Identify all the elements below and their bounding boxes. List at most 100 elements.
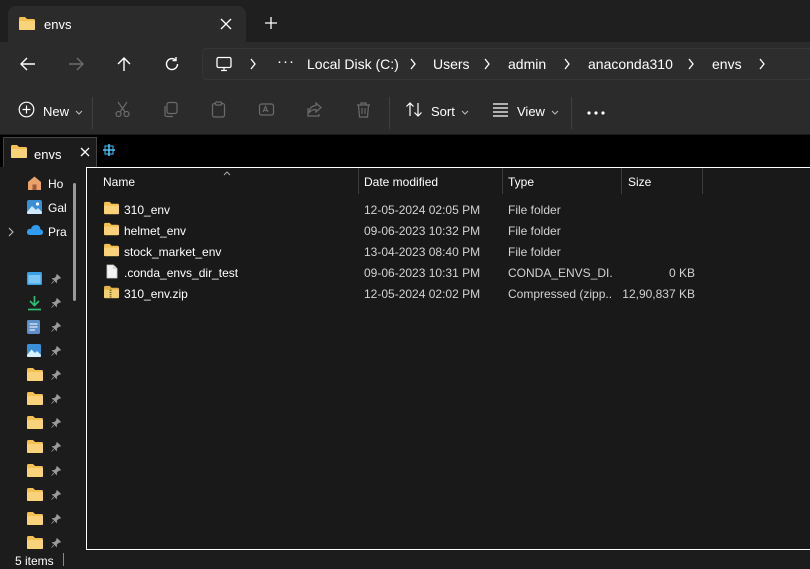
add-tab-icon[interactable]: [102, 143, 116, 160]
file-row[interactable]: 310_env.zip 12-05-2024 02:02 PM Compress…: [87, 283, 810, 304]
paste-button[interactable]: [210, 97, 227, 125]
column-header-type[interactable]: Type: [502, 168, 621, 194]
quick-access-folder[interactable]: [0, 508, 86, 530]
pin-icon[interactable]: [51, 321, 62, 335]
window-tab[interactable]: envs: [8, 6, 246, 42]
pin-icon[interactable]: [51, 345, 62, 359]
breadcrumb-envs[interactable]: envs: [712, 56, 742, 72]
column-header-label: Size: [628, 175, 652, 189]
quick-access-folder[interactable]: [0, 436, 86, 458]
chevron-right-icon[interactable]: [8, 226, 14, 240]
more-icon: [587, 104, 605, 118]
inner-tab[interactable]: envs: [3, 137, 97, 167]
scissors-icon: [114, 101, 131, 121]
pin-icon[interactable]: [51, 465, 62, 479]
chevron-right-icon[interactable]: [409, 58, 417, 73]
folder-icon: [26, 391, 44, 409]
quick-access-pictures[interactable]: [0, 340, 86, 362]
pin-icon[interactable]: [51, 537, 62, 550]
breadcrumb-overflow[interactable]: ···: [277, 53, 295, 70]
chevron-right-icon[interactable]: [483, 58, 491, 73]
folder-icon: [26, 535, 44, 550]
onedrive-icon: [26, 223, 44, 240]
quick-access-folder[interactable]: [0, 484, 86, 506]
view-button[interactable]: View: [492, 97, 559, 125]
this-pc-icon[interactable]: [215, 56, 233, 75]
inner-tab-strip: envs: [0, 135, 810, 167]
quick-access-folder[interactable]: [0, 388, 86, 410]
delete-button[interactable]: [355, 97, 372, 125]
chevron-right-icon[interactable]: [687, 58, 695, 73]
column-header-label: Type: [508, 175, 535, 189]
column-header-name[interactable]: Name: [87, 168, 358, 194]
pin-icon[interactable]: [51, 297, 62, 311]
file-date: 09-06-2023 10:31 PM: [364, 266, 481, 280]
column-divider[interactable]: [702, 168, 703, 194]
navigation-pane: Ho Gal Pra: [0, 167, 86, 550]
toolbar-divider: [571, 97, 572, 129]
back-button[interactable]: [14, 50, 42, 78]
new-tab-button[interactable]: [258, 10, 284, 36]
share-icon: [306, 101, 323, 121]
pin-icon[interactable]: [51, 513, 62, 527]
nav-scrollbar[interactable]: [73, 183, 76, 301]
breadcrumb-users[interactable]: Users: [433, 56, 470, 72]
file-name: .conda_envs_dir_test: [124, 266, 239, 280]
copy-button[interactable]: [162, 97, 179, 125]
file-row[interactable]: helmet_env 09-06-2023 10:32 PM File fold…: [87, 220, 810, 241]
close-icon[interactable]: [80, 146, 90, 160]
navigation-bar: ··· Local Disk (C:) Users admin anaconda…: [0, 42, 810, 85]
rename-button[interactable]: [258, 97, 275, 125]
new-button[interactable]: New: [18, 97, 83, 125]
file-type: CONDA_ENVS_DI...: [508, 266, 612, 280]
quick-access-folder[interactable]: [0, 460, 86, 482]
chevron-down-icon: [551, 104, 559, 118]
folder-icon: [10, 144, 28, 162]
chevron-right-icon[interactable]: [758, 58, 766, 73]
file-row[interactable]: stock_market_env 13-04-2023 08:40 PM Fil…: [87, 241, 810, 262]
title-bar: envs: [0, 0, 810, 42]
folder-icon: [103, 201, 120, 218]
up-button[interactable]: [110, 50, 138, 78]
quick-access-folder[interactable]: [0, 412, 86, 434]
file-name: helmet_env: [124, 224, 187, 238]
breadcrumb-admin[interactable]: admin: [508, 56, 546, 72]
rename-icon: [258, 101, 275, 121]
file-row[interactable]: 310_env 12-05-2024 02:05 PM File folder: [87, 199, 810, 220]
quick-access-documents[interactable]: [0, 316, 86, 338]
folder-icon: [26, 463, 44, 481]
refresh-button[interactable]: [158, 50, 186, 78]
zip-icon: [103, 285, 120, 302]
close-tab-icon[interactable]: [214, 12, 238, 36]
documents-icon: [26, 319, 41, 338]
forward-button[interactable]: [62, 50, 90, 78]
pin-icon[interactable]: [51, 393, 62, 407]
breadcrumb-local-disk[interactable]: Local Disk (C:): [307, 56, 399, 72]
chevron-right-icon[interactable]: [249, 58, 257, 73]
pin-icon[interactable]: [51, 489, 62, 503]
breadcrumb-anaconda310[interactable]: anaconda310: [588, 56, 673, 72]
column-header-date[interactable]: Date modified: [358, 168, 502, 194]
cut-button[interactable]: [114, 97, 131, 125]
file-type: Compressed (zipp...: [508, 287, 612, 301]
pin-icon[interactable]: [51, 273, 62, 287]
quick-access-folder[interactable]: [0, 532, 86, 550]
sort-label: Sort: [431, 103, 455, 119]
column-header-size[interactable]: Size: [621, 168, 702, 194]
file-row[interactable]: .conda_envs_dir_test 09-06-2023 10:31 PM…: [87, 262, 810, 283]
inner-tab-title: envs: [34, 147, 62, 162]
toolbar-divider: [389, 97, 390, 129]
chevron-right-icon[interactable]: [563, 58, 571, 73]
folder-icon: [26, 367, 44, 385]
share-button[interactable]: [306, 97, 323, 125]
command-bar: New Sort View: [0, 85, 810, 135]
item-count: 5 items: [15, 554, 54, 568]
sort-button[interactable]: Sort: [405, 97, 469, 125]
more-options-button[interactable]: [587, 97, 605, 125]
file-date: 12-05-2024 02:02 PM: [364, 287, 481, 301]
pin-icon[interactable]: [51, 441, 62, 455]
pin-icon[interactable]: [51, 369, 62, 383]
pin-icon[interactable]: [51, 417, 62, 431]
address-bar[interactable]: ··· Local Disk (C:) Users admin anaconda…: [202, 48, 810, 80]
quick-access-folder[interactable]: [0, 364, 86, 386]
